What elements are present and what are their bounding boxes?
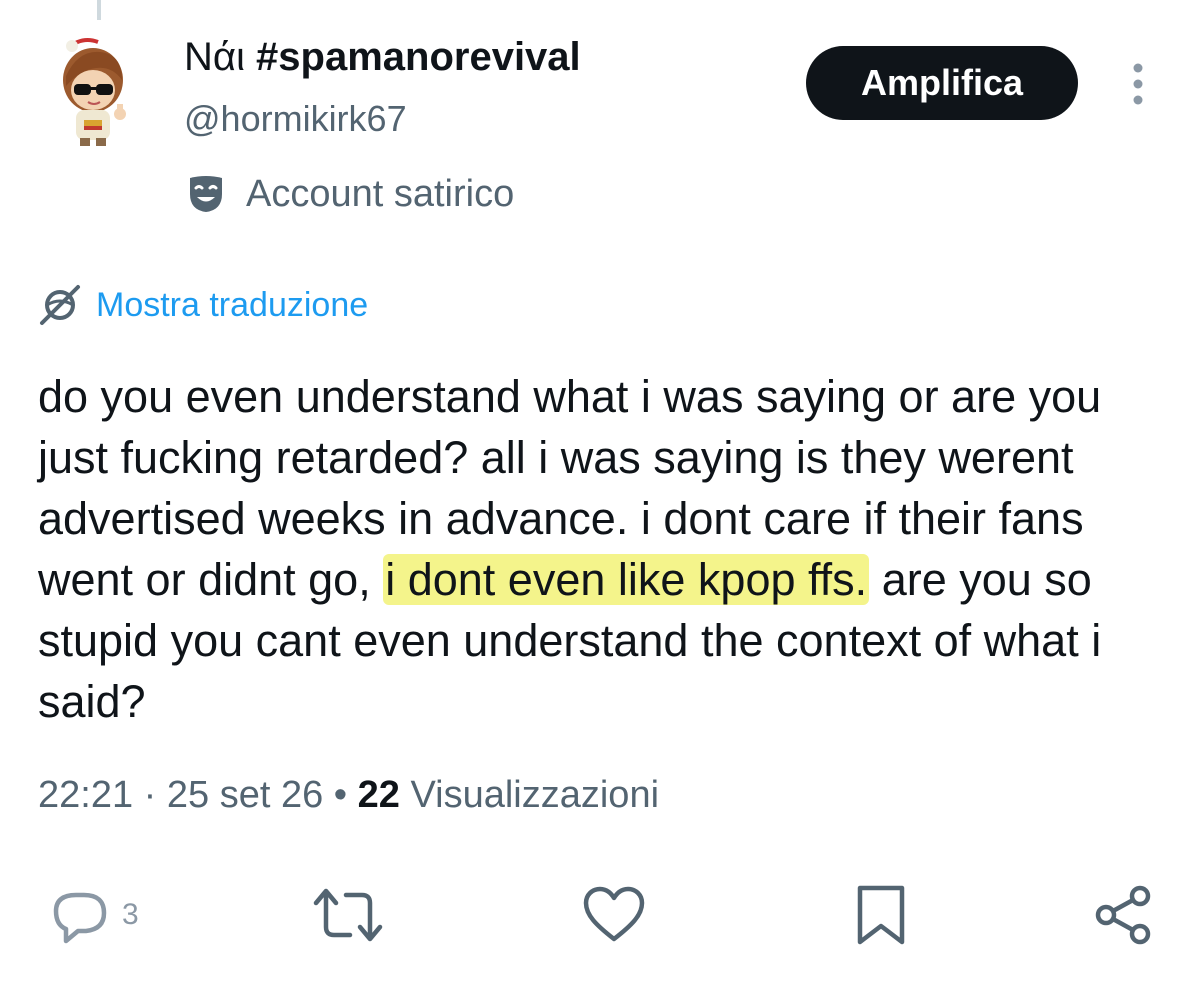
user-handle[interactable]: @hormikirk67	[184, 98, 407, 140]
account-label: Account satirico	[184, 170, 514, 218]
display-name-prefix: Nάι	[184, 35, 245, 79]
follow-button[interactable]: Amplifica	[806, 46, 1078, 120]
views-label[interactable]: Visualizzazioni	[400, 774, 659, 816]
account-label-text: Account satirico	[246, 173, 515, 215]
retweet-icon	[313, 888, 383, 942]
tweet-meta: 22:21 · 25 set 26 • 22 Visualizzazioni	[38, 770, 659, 820]
avatar[interactable]	[38, 28, 158, 148]
tweet-text: do you even understand what i was saying…	[38, 366, 1168, 732]
views-count[interactable]: 22	[358, 774, 400, 816]
tweet-time[interactable]: 22:21	[38, 774, 133, 816]
show-translation-link[interactable]: Mostra traduzione	[38, 282, 368, 328]
meta-separator: •	[323, 774, 358, 816]
comedy-mask-icon	[190, 176, 222, 212]
display-name[interactable]: Nάι #spamanorevival	[184, 34, 581, 80]
reply-icon	[53, 892, 107, 944]
tweet-text-highlighted: i dont even like kpop ffs.	[383, 554, 870, 605]
bookmark-button[interactable]	[852, 880, 910, 950]
reply-count: 3	[122, 898, 139, 931]
thread-line	[97, 0, 101, 20]
meta-separator: ·	[133, 774, 167, 816]
reply-button[interactable]: 3	[48, 880, 139, 950]
like-button[interactable]	[580, 880, 648, 950]
share-icon	[1095, 885, 1151, 945]
bookmark-icon	[857, 885, 905, 945]
translate-icon	[40, 285, 80, 325]
like-icon	[583, 886, 645, 942]
display-name-hashtag: #spamanorevival	[256, 35, 581, 79]
show-translation-label: Mostra traduzione	[96, 286, 369, 324]
tweet-date[interactable]: 25 set 26	[167, 774, 323, 816]
more-options-button[interactable]	[1118, 58, 1158, 110]
retweet-button[interactable]	[310, 880, 386, 950]
more-icon	[1133, 63, 1143, 105]
share-button[interactable]	[1092, 880, 1154, 950]
